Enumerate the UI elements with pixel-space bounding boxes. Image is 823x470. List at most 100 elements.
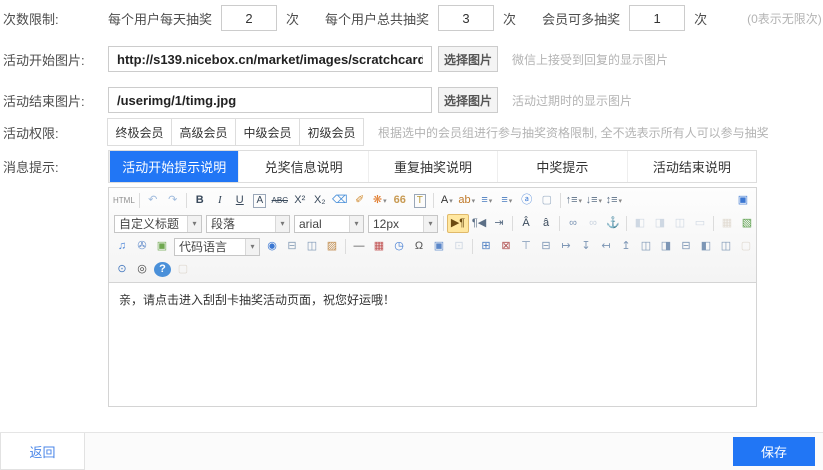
image-align-left-icon: ◧ bbox=[630, 214, 650, 233]
underline-icon[interactable]: U bbox=[230, 191, 250, 210]
paragraph-space-bottom-icon[interactable]: ↓≡▾ bbox=[584, 191, 604, 210]
redo-icon[interactable]: ↷ bbox=[163, 191, 183, 210]
limit-count-input[interactable] bbox=[221, 5, 277, 31]
link-icon[interactable]: ∞ bbox=[563, 214, 583, 233]
heading-style-select[interactable]: 自定义标题▾ bbox=[114, 215, 202, 233]
message-tab[interactable]: 活动结束说明 bbox=[627, 151, 756, 182]
paragraph-format-select[interactable]: 段落▾ bbox=[206, 215, 290, 233]
split-col-icon[interactable]: ◫ bbox=[716, 237, 736, 256]
limit-count-input[interactable] bbox=[438, 5, 494, 31]
code-language-select[interactable]: 代码语言▾ bbox=[174, 238, 260, 256]
blockquote-icon[interactable]: 66 bbox=[390, 191, 410, 210]
member-group-button[interactable]: 高级会员 bbox=[171, 118, 236, 146]
italic-icon[interactable]: I bbox=[210, 191, 230, 210]
indent-icon[interactable]: ⇥ bbox=[489, 214, 509, 233]
toolbar-separator bbox=[626, 216, 627, 231]
snapshot-icon[interactable]: ◉ bbox=[262, 237, 282, 256]
end-image-url-input[interactable] bbox=[108, 87, 432, 113]
toolbar-separator bbox=[139, 193, 140, 208]
start-image-pick-button[interactable]: 选择图片 bbox=[438, 46, 498, 72]
bold-icon[interactable]: B bbox=[190, 191, 210, 210]
delete-col-icon[interactable]: ↥ bbox=[616, 237, 636, 256]
autotypeset-icon[interactable]: ❋▾ bbox=[370, 191, 390, 210]
message-tab[interactable]: 中奖提示 bbox=[497, 151, 626, 182]
html-source-icon[interactable]: HTML bbox=[112, 191, 136, 210]
strikethrough-icon[interactable]: ABC bbox=[270, 191, 290, 210]
footer-bar: 返回 保存 bbox=[0, 432, 823, 470]
word-image-icon[interactable]: ▣ bbox=[429, 237, 449, 256]
ltr-icon[interactable]: ▶¶ bbox=[447, 214, 469, 233]
table-caption-icon[interactable]: ⊤ bbox=[516, 237, 536, 256]
font-color-icon[interactable]: A▾ bbox=[437, 191, 457, 210]
limits-fields: 每个用户每天抽奖 次 每个用户总共抽奖 次 会员可多抽奖 次 bbox=[108, 5, 733, 31]
limit-count-input[interactable] bbox=[629, 5, 685, 31]
help-icon[interactable]: ? bbox=[154, 262, 171, 277]
line-height-icon[interactable]: ↕≡▾ bbox=[604, 191, 624, 210]
special-chars-icon[interactable]: Ω bbox=[409, 237, 429, 256]
scratch-card-activity-settings-page: 次数限制: 每个用户每天抽奖 次 每个用户总共抽奖 次 会员可多抽奖 次 (0表… bbox=[0, 0, 823, 470]
insert-frame-icon[interactable]: ▣ bbox=[152, 237, 172, 256]
chevron-down-icon: ▾ bbox=[509, 197, 513, 205]
table-title-icon[interactable]: ⊟ bbox=[536, 237, 556, 256]
back-button[interactable]: 返回 bbox=[0, 433, 85, 470]
toolbar-separator bbox=[559, 216, 560, 231]
toolbar-separator bbox=[713, 216, 714, 231]
unordered-list-icon[interactable]: ≡▾ bbox=[497, 191, 517, 210]
editor-toolbar-row: 自定义标题▾段落▾arial▾12px▾▶¶¶◀⇥Ââ∞∞⚓◧◨◫▭▦▧☺✎▤ bbox=[109, 212, 756, 235]
char-border-icon[interactable]: A bbox=[250, 191, 270, 210]
merge-down-icon[interactable]: ⊟ bbox=[676, 237, 696, 256]
delete-table-icon[interactable]: ⊠ bbox=[496, 237, 516, 256]
image-align-right-icon: ▭ bbox=[690, 214, 710, 233]
save-button[interactable]: 保存 bbox=[733, 437, 815, 466]
background-icon[interactable]: ▨ bbox=[322, 237, 342, 256]
chevron-down-icon: ▾ bbox=[578, 197, 582, 205]
editor-content[interactable]: 亲，请点击进入刮刮卡抽奖活动页面，祝您好运哦！ bbox=[109, 283, 756, 406]
font-size-select[interactable]: 12px▾ bbox=[368, 215, 438, 233]
delete-row-icon[interactable]: ↤ bbox=[596, 237, 616, 256]
date-icon[interactable]: ▦ bbox=[369, 237, 389, 256]
undo-icon[interactable]: ↶ bbox=[143, 191, 163, 210]
blank-doc-icon[interactable]: ▢ bbox=[537, 191, 557, 210]
eraser-icon[interactable]: ⌫ bbox=[330, 191, 350, 210]
message-tab[interactable]: 兑奖信息说明 bbox=[238, 151, 367, 182]
time-icon[interactable]: ◷ bbox=[389, 237, 409, 256]
split-row-icon[interactable]: ◧ bbox=[696, 237, 716, 256]
insert-row-icon[interactable]: ↦ bbox=[556, 237, 576, 256]
end-image-hint: 活动过期时的显示图片 bbox=[512, 92, 632, 109]
ordered-list-icon[interactable]: ≡▾ bbox=[477, 191, 497, 210]
to-uppercase-icon[interactable]: Â bbox=[516, 214, 536, 233]
anchor-icon[interactable]: ⚓ bbox=[603, 214, 623, 233]
member-group-button[interactable]: 初级会员 bbox=[299, 118, 364, 146]
insert-table-icon[interactable]: ⊞ bbox=[476, 237, 496, 256]
message-tab[interactable]: 活动开始提示说明 bbox=[109, 151, 238, 182]
preview-icon[interactable]: ⊙ bbox=[112, 260, 132, 279]
search-replace-icon[interactable]: ◎ bbox=[132, 260, 152, 279]
format-painter-icon[interactable]: ✐ bbox=[350, 191, 370, 210]
insert-col-icon[interactable]: ↧ bbox=[576, 237, 596, 256]
font-family-select[interactable]: arial▾ bbox=[294, 215, 364, 233]
horizontal-rule-icon[interactable]: — bbox=[349, 237, 369, 256]
highlight-color-icon[interactable]: ab▾ bbox=[457, 191, 477, 210]
editor-toolbar: HTML↶↷BIUAABCX²X₂⌫✐❋▾66TA▾ab▾≡▾≡▾ⓐ▢↑≡▾↓≡… bbox=[109, 188, 756, 283]
subscript-icon[interactable]: X₂ bbox=[310, 191, 330, 210]
insert-image-icon[interactable]: ▧ bbox=[737, 214, 756, 233]
rtl-icon[interactable]: ¶◀ bbox=[469, 214, 489, 233]
to-lowercase-icon[interactable]: â bbox=[536, 214, 556, 233]
merge-right-icon[interactable]: ◨ bbox=[656, 237, 676, 256]
paste-icon[interactable]: T bbox=[410, 191, 430, 210]
member-group-button[interactable]: 中级会员 bbox=[235, 118, 300, 146]
superscript-icon[interactable]: X² bbox=[290, 191, 310, 210]
anchor-ref-icon[interactable]: ⓐ bbox=[517, 191, 537, 210]
attachment-icon[interactable]: ✇ bbox=[132, 237, 152, 256]
music-icon[interactable]: ♫ bbox=[112, 237, 132, 256]
pagebreak-icon[interactable]: ⊟ bbox=[282, 237, 302, 256]
member-group-button[interactable]: 终极会员 bbox=[107, 118, 172, 146]
toolbar-separator bbox=[433, 193, 434, 208]
fullscreen-icon[interactable]: ▣ bbox=[733, 191, 753, 210]
start-image-url-input[interactable] bbox=[108, 46, 432, 72]
paragraph-space-top-icon[interactable]: ↑≡▾ bbox=[564, 191, 584, 210]
template-icon[interactable]: ◫ bbox=[302, 237, 322, 256]
merge-cells-icon[interactable]: ◫ bbox=[636, 237, 656, 256]
message-tab[interactable]: 重复抽奖说明 bbox=[368, 151, 497, 182]
end-image-pick-button[interactable]: 选择图片 bbox=[438, 87, 498, 113]
